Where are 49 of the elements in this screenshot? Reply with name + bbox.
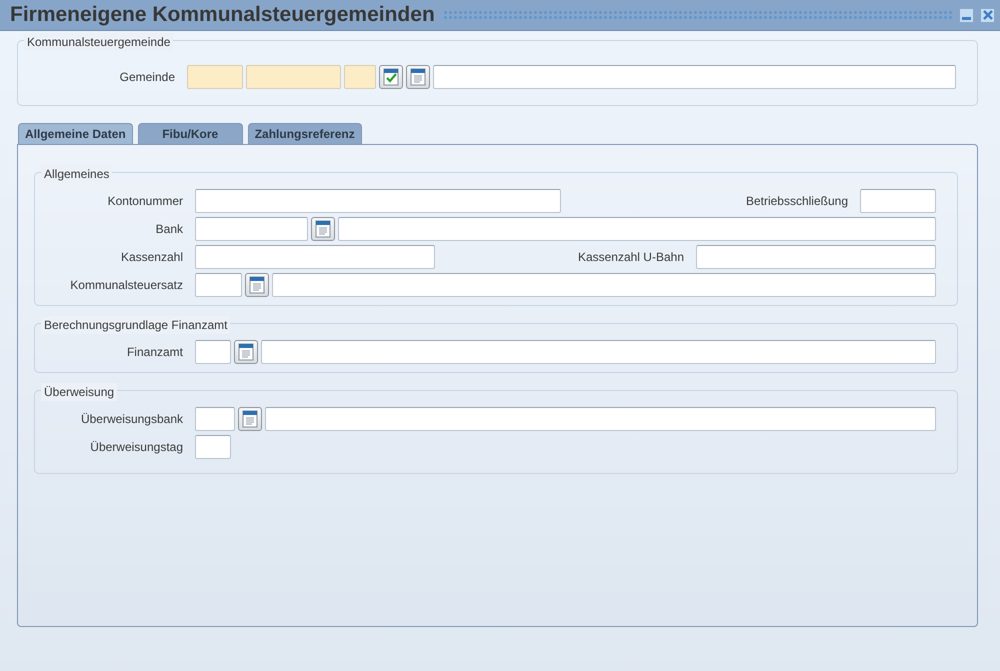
list-button[interactable]	[234, 340, 258, 364]
list-icon	[248, 276, 266, 294]
input-field[interactable]	[265, 407, 936, 431]
field-label: Betriebsschließung	[744, 193, 849, 210]
input-field[interactable]	[195, 189, 561, 213]
field-label: Kassenzahl	[120, 249, 184, 266]
input-field[interactable]	[187, 65, 243, 89]
input-field[interactable]	[246, 65, 341, 89]
input-field[interactable]	[338, 217, 936, 241]
field-label: Kassenzahl U-Bahn	[576, 249, 685, 266]
window-title: Firmeneigene Kommunalsteuergemeinden	[10, 2, 435, 28]
list-icon	[409, 68, 427, 86]
input-field[interactable]	[195, 245, 435, 269]
checkmark-icon	[382, 68, 400, 86]
field-label: Bank	[154, 221, 184, 238]
input-field[interactable]	[344, 65, 376, 89]
validate-button[interactable]	[379, 65, 403, 89]
list-button[interactable]	[406, 65, 430, 89]
close-icon	[982, 10, 992, 20]
input-field[interactable]	[433, 65, 956, 89]
field-label: Überweisungstag	[89, 439, 184, 456]
field-label: Finanzamt	[126, 344, 184, 361]
group-legend: Berechnungsgrundlage Finanzamt	[41, 316, 230, 334]
minimize-button[interactable]	[960, 8, 973, 22]
input-field[interactable]	[195, 273, 242, 297]
input-field[interactable]	[195, 407, 235, 431]
field-label: Kontonummer	[106, 193, 184, 210]
input-field[interactable]	[195, 435, 231, 459]
tab[interactable]: Allgemeine Daten	[18, 123, 133, 144]
tab[interactable]: Fibu/Kore	[138, 123, 243, 144]
input-field[interactable]	[860, 189, 936, 213]
field-label: Kommunalsteuersatz	[69, 277, 184, 294]
input-field[interactable]	[195, 217, 308, 241]
list-icon	[237, 343, 255, 361]
list-icon	[314, 220, 332, 238]
close-button[interactable]	[981, 8, 994, 22]
tab[interactable]: Zahlungsreferenz	[248, 123, 362, 144]
list-button[interactable]	[311, 217, 335, 241]
input-field[interactable]	[272, 273, 936, 297]
input-field[interactable]	[696, 245, 936, 269]
list-button[interactable]	[245, 273, 269, 297]
list-icon	[241, 410, 259, 428]
group-legend: Überweisung	[41, 383, 118, 401]
minimize-icon	[962, 16, 971, 20]
list-button[interactable]	[238, 407, 262, 431]
input-field[interactable]	[195, 340, 231, 364]
input-field[interactable]	[261, 340, 936, 364]
field-label: Überweisungsbank	[80, 411, 184, 428]
field-label: Gemeinde	[118, 69, 176, 86]
